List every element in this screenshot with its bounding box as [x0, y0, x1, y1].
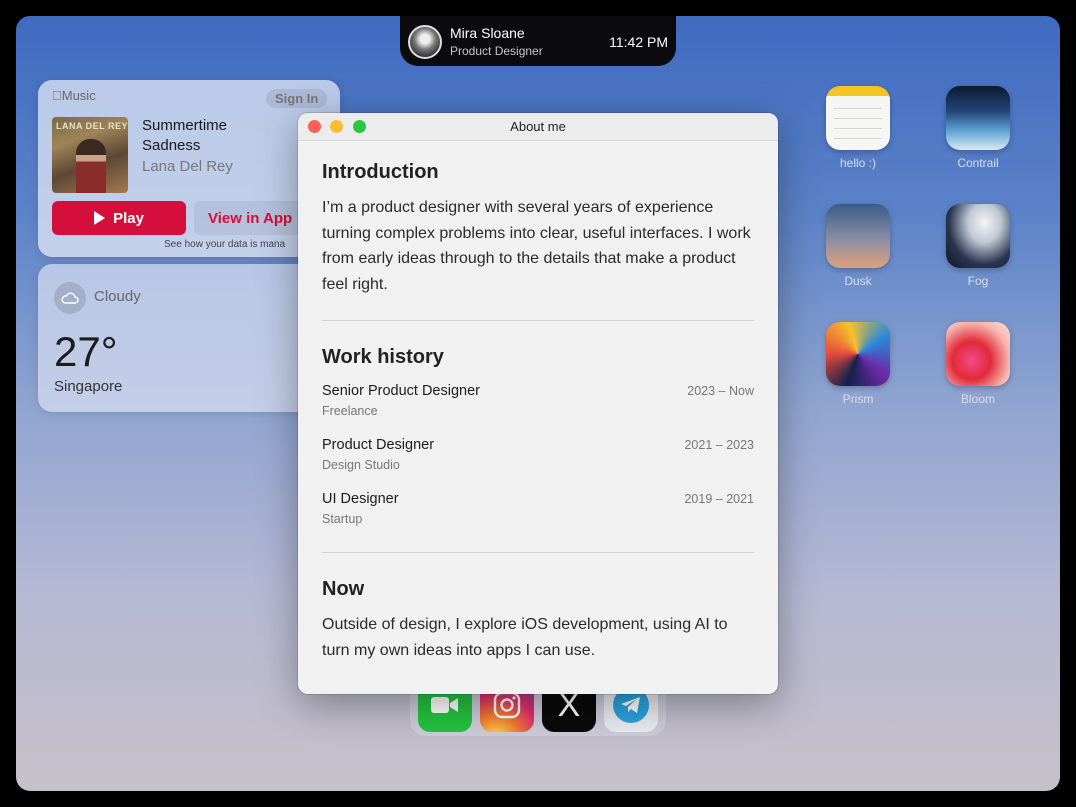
- clock: 11:42 PM: [609, 34, 668, 50]
- play-button[interactable]: Play: [52, 201, 186, 235]
- avatar: [408, 25, 442, 59]
- desktop-icon-label: Fog: [967, 274, 989, 288]
- song-title: Summertime Sadness: [142, 117, 228, 154]
- desktop-icon-label: Prism: [842, 392, 874, 406]
- job-title: Product Designer: [322, 437, 435, 453]
- contrail-icon[interactable]: [946, 86, 1010, 150]
- divider: [322, 320, 754, 321]
- play-label: Play: [113, 209, 144, 227]
- bloom-icon[interactable]: [946, 322, 1010, 386]
- job-title: UI Designer: [322, 491, 399, 507]
- job-dates: 2019 – 2021: [684, 492, 754, 506]
- data-privacy-link[interactable]: See how your data is mana: [164, 239, 285, 250]
- window-title: About me: [510, 119, 566, 134]
- job-company: Startup: [322, 512, 363, 526]
- music-widget: Music Sign In LANA DEL REY Summertime S…: [38, 80, 340, 257]
- job-dates: 2023 – Now: [687, 384, 754, 398]
- album-cover-text: LANA DEL REY: [56, 121, 129, 131]
- introduction-text: I’m a product designer with several year…: [322, 199, 751, 293]
- job-list: Senior Product Designer Freelance 2023 –…: [322, 383, 754, 545]
- weather-temperature: 27°: [54, 328, 118, 375]
- music-brand: Music: [52, 88, 96, 103]
- album-cover-figure: [76, 139, 106, 193]
- job-company: Design Studio: [322, 458, 400, 472]
- weather-city: Singapore: [54, 378, 123, 395]
- now-text: Outside of design, I explore iOS develop…: [322, 616, 728, 659]
- work-history-heading: Work history: [322, 346, 444, 368]
- job-item: Product Designer Design Studio 2021 – 20…: [322, 437, 754, 491]
- song-artist: Lana Del Rey: [142, 158, 233, 175]
- weather-widget[interactable]: Cloudy 27° Singapore: [38, 264, 340, 412]
- cloud-icon: [54, 282, 86, 314]
- job-dates: 2021 – 2023: [684, 438, 754, 452]
- window-titlebar[interactable]: About me: [298, 113, 778, 141]
- desktop-icon-label: Bloom: [960, 392, 995, 406]
- apple-logo-icon: : [52, 88, 62, 103]
- dusk-icon[interactable]: [826, 204, 890, 268]
- desktop-icon-label: Dusk: [844, 274, 872, 288]
- profile-name: Mira Sloane: [450, 25, 525, 41]
- divider: [322, 552, 754, 553]
- fog-icon[interactable]: [946, 204, 1010, 268]
- notes-icon[interactable]: [826, 86, 890, 150]
- job-company: Freelance: [322, 404, 378, 418]
- desktop-icon-label: Contrail: [957, 156, 999, 170]
- job-item: UI Designer Startup 2019 – 2021: [322, 491, 754, 545]
- profile-pill[interactable]: Mira Sloane Product Designer 11:42 PM: [400, 16, 676, 66]
- profile-role: Product Designer: [450, 44, 543, 58]
- weather-condition: Cloudy: [94, 288, 141, 305]
- play-icon: [94, 211, 106, 225]
- prism-icon[interactable]: [826, 322, 890, 386]
- now-heading: Now: [322, 578, 365, 600]
- album-cover[interactable]: LANA DEL REY: [52, 117, 128, 193]
- sign-in-button[interactable]: Sign In: [266, 89, 328, 108]
- about-me-window: About me Introduction I’m a product desi…: [298, 113, 778, 694]
- desktop-icon-label: hello :): [839, 156, 877, 170]
- window-content: Introduction I’m a product designer with…: [322, 141, 754, 663]
- introduction-heading: Introduction: [322, 161, 439, 183]
- job-item: Senior Product Designer Freelance 2023 –…: [322, 383, 754, 437]
- job-title: Senior Product Designer: [322, 383, 480, 399]
